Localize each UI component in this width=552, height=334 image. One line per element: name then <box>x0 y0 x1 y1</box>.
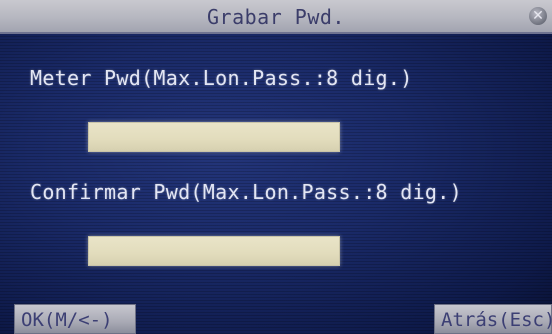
password-input[interactable] <box>88 122 340 152</box>
confirm-password-input[interactable] <box>88 236 340 266</box>
confirm-password-label: Confirmar Pwd(Max.Lon.Pass.:8 dig.) <box>30 180 462 204</box>
password-label: Meter Pwd(Max.Lon.Pass.:8 dig.) <box>30 66 413 90</box>
window-title: Grabar Pwd. <box>207 5 345 29</box>
back-button[interactable]: Atrás(Esc) <box>434 304 552 334</box>
device-screen: Grabar Pwd. ✕ Meter Pwd(Max.Lon.Pass.:8 … <box>0 0 552 334</box>
close-icon[interactable]: ✕ <box>529 7 547 25</box>
title-bar: Grabar Pwd. ✕ <box>0 0 552 34</box>
ok-button[interactable]: OK(M/<-) <box>14 304 136 334</box>
